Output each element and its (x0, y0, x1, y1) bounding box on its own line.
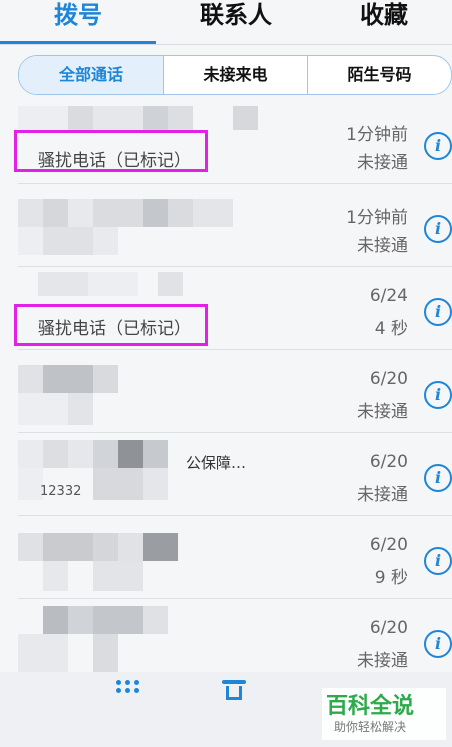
blurred-caller-name (18, 365, 138, 425)
filter-unknown-numbers[interactable]: 陌生号码 (308, 56, 451, 94)
call-time: 1分钟前 (346, 125, 408, 145)
caller-number-fragment: 12332 (40, 484, 82, 499)
watermark-title: 百科全说 (326, 694, 415, 719)
tab-contacts[interactable]: 联系人 (156, 0, 316, 44)
info-icon[interactable]: i (424, 547, 452, 575)
call-log-row[interactable]: 骚扰电话（已标记） 1分钟前 未接通 i (0, 102, 452, 184)
trash-icon[interactable] (222, 680, 246, 700)
call-log-row[interactable]: 6/20 未接通 i (0, 351, 452, 433)
dialpad-icon[interactable] (116, 680, 140, 696)
info-icon[interactable]: i (424, 132, 452, 160)
call-status: 未接通 (357, 651, 408, 671)
row-divider (18, 515, 452, 516)
tab-bar: 拨号 联系人 收藏 (0, 0, 452, 46)
call-log-row[interactable]: 1分钟前 未接通 i (0, 185, 452, 267)
watermark-logo: 百科全说 助你轻松解决 (322, 688, 446, 740)
tab-favorites[interactable]: 收藏 (316, 0, 452, 44)
call-status: 未接通 (357, 485, 408, 505)
info-icon[interactable]: i (424, 630, 452, 658)
info-icon[interactable]: i (424, 381, 452, 409)
spam-tag: 骚扰电话（已标记） (38, 319, 191, 339)
call-filter-segmented-control: 全部通话 未接来电 陌生号码 (18, 55, 452, 95)
call-time: 6/20 (369, 618, 408, 638)
filter-missed-calls[interactable]: 未接来电 (164, 56, 307, 94)
call-time: 6/24 (369, 286, 408, 306)
blurred-caller-name (18, 533, 188, 591)
call-log-row[interactable]: 公保障… 12332 6/20 未接通 i (0, 434, 452, 516)
caller-name-fragment: 公保障… (186, 454, 247, 472)
blurred-caller-name (18, 199, 258, 255)
watermark-subtitle: 助你轻松解决 (334, 720, 407, 734)
call-status: 未接通 (357, 153, 408, 173)
call-status: 未接通 (357, 402, 408, 422)
row-divider (18, 432, 452, 433)
call-time: 6/20 (369, 535, 408, 555)
info-icon[interactable]: i (424, 464, 452, 492)
call-status: 未接通 (357, 236, 408, 256)
filter-all-calls[interactable]: 全部通话 (19, 56, 163, 94)
call-log-row[interactable]: 骚扰电话（已标记） 6/24 4 秒 i (0, 268, 452, 350)
call-status: 4 秒 (374, 319, 408, 339)
blurred-caller-name (18, 606, 218, 674)
tab-divider (0, 44, 452, 45)
call-time: 6/20 (369, 452, 408, 472)
row-divider (18, 598, 452, 599)
call-time: 6/20 (369, 369, 408, 389)
call-time: 1分钟前 (346, 208, 408, 228)
call-log-row[interactable]: 6/20 未接通 i (0, 600, 452, 682)
row-divider (18, 349, 452, 350)
tab-dialer[interactable]: 拨号 (0, 0, 156, 44)
call-log-row[interactable]: 6/20 9 秒 i (0, 517, 452, 599)
call-status: 9 秒 (374, 568, 408, 588)
row-divider (18, 266, 452, 267)
spam-tag: 骚扰电话（已标记） (38, 151, 191, 171)
row-divider (18, 183, 452, 184)
blurred-caller-name (18, 272, 218, 300)
info-icon[interactable]: i (424, 298, 452, 326)
info-icon[interactable]: i (424, 215, 452, 243)
